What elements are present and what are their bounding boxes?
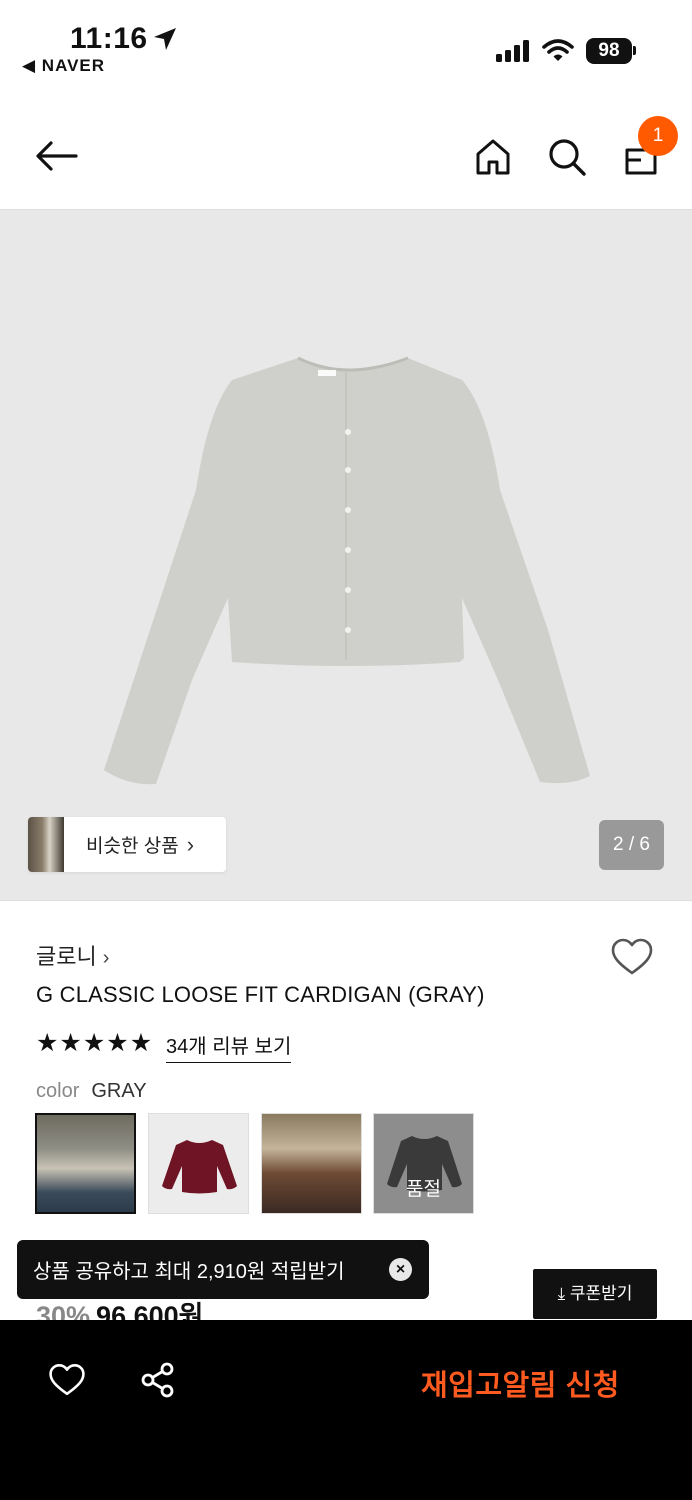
cart-count-badge: 1 xyxy=(638,116,678,156)
color-swatch-burgundy[interactable] xyxy=(148,1113,249,1214)
soldout-label: 품절 xyxy=(406,1179,441,1200)
share-reward-toast[interactable]: 상품 공유하고 최대 2,910원 적립받기 × xyxy=(17,1240,429,1299)
status-bar: 11:16 ◀ NAVER 98 xyxy=(0,0,692,90)
burgundy-cardigan-image xyxy=(162,1140,237,1194)
back-to-naver[interactable]: ◀ NAVER xyxy=(22,56,105,76)
home-button[interactable] xyxy=(472,136,514,178)
status-time: 11:16 xyxy=(70,22,148,55)
color-label: color xyxy=(36,1080,80,1102)
sale-price: 96,600원 xyxy=(96,1301,204,1321)
share-icon xyxy=(141,1362,174,1398)
location-arrow-icon xyxy=(154,28,176,50)
star-icon: ★ xyxy=(82,1029,106,1057)
chevron-right-icon: › xyxy=(186,831,195,857)
back-arrow-icon xyxy=(36,141,78,171)
home-icon xyxy=(476,139,510,175)
star-icon: ★ xyxy=(129,1029,153,1057)
color-row: color GRAY xyxy=(36,1080,147,1103)
restock-alert-button[interactable]: 재입고알림 신청 xyxy=(421,1362,620,1404)
search-button[interactable] xyxy=(545,136,589,178)
chevron-right-icon: › xyxy=(102,947,110,969)
toast-text: 상품 공유하고 최대 2,910원 적립받기 xyxy=(33,1261,345,1283)
reviews-link[interactable]: 34개 리뷰 보기 xyxy=(166,1030,292,1063)
color-swatch-gray[interactable] xyxy=(35,1113,136,1214)
wishlist-button[interactable] xyxy=(610,938,654,981)
star-icon: ★ xyxy=(59,1029,82,1057)
star-icon: ★ xyxy=(106,1029,129,1057)
similar-products-label: 비슷한 상품 xyxy=(86,836,179,857)
brand-link[interactable]: 글로니 › xyxy=(36,939,109,971)
discount-rate: 30% xyxy=(36,1301,91,1321)
similar-products-button[interactable]: 비슷한 상품 › xyxy=(28,817,226,872)
heart-icon xyxy=(49,1364,85,1396)
brand-name: 글로니 xyxy=(36,944,97,969)
back-button[interactable] xyxy=(30,136,82,176)
signal-icon xyxy=(496,40,529,62)
heart-icon xyxy=(611,938,653,975)
product-image-gallery[interactable] xyxy=(0,209,692,901)
color-swatch-black-soldout[interactable]: 품절 xyxy=(373,1113,474,1214)
battery-nub xyxy=(633,46,636,55)
share-button[interactable] xyxy=(138,1360,178,1400)
rating-stars: ★ ★ ★ ★ ★ xyxy=(36,1029,153,1057)
star-icon: ★ xyxy=(36,1029,59,1057)
battery-indicator: 98 xyxy=(586,38,632,64)
color-swatch-brown[interactable] xyxy=(261,1113,362,1214)
wifi-icon xyxy=(542,39,574,61)
cardigan-product-image xyxy=(104,356,590,785)
coupon-button[interactable]: ⤓ 쿠폰받기 xyxy=(533,1269,657,1319)
product-title: G CLASSIC LOOSE FIT CARDIGAN (GRAY) xyxy=(36,982,485,1007)
close-icon[interactable]: × xyxy=(389,1258,412,1281)
image-pager: 2 / 6 xyxy=(599,820,664,870)
bottom-action-bar xyxy=(0,1320,692,1500)
similar-products-thumbnail xyxy=(28,817,64,872)
search-icon xyxy=(549,139,586,176)
color-value: GRAY xyxy=(91,1080,147,1102)
bottom-wishlist-button[interactable] xyxy=(46,1360,88,1400)
